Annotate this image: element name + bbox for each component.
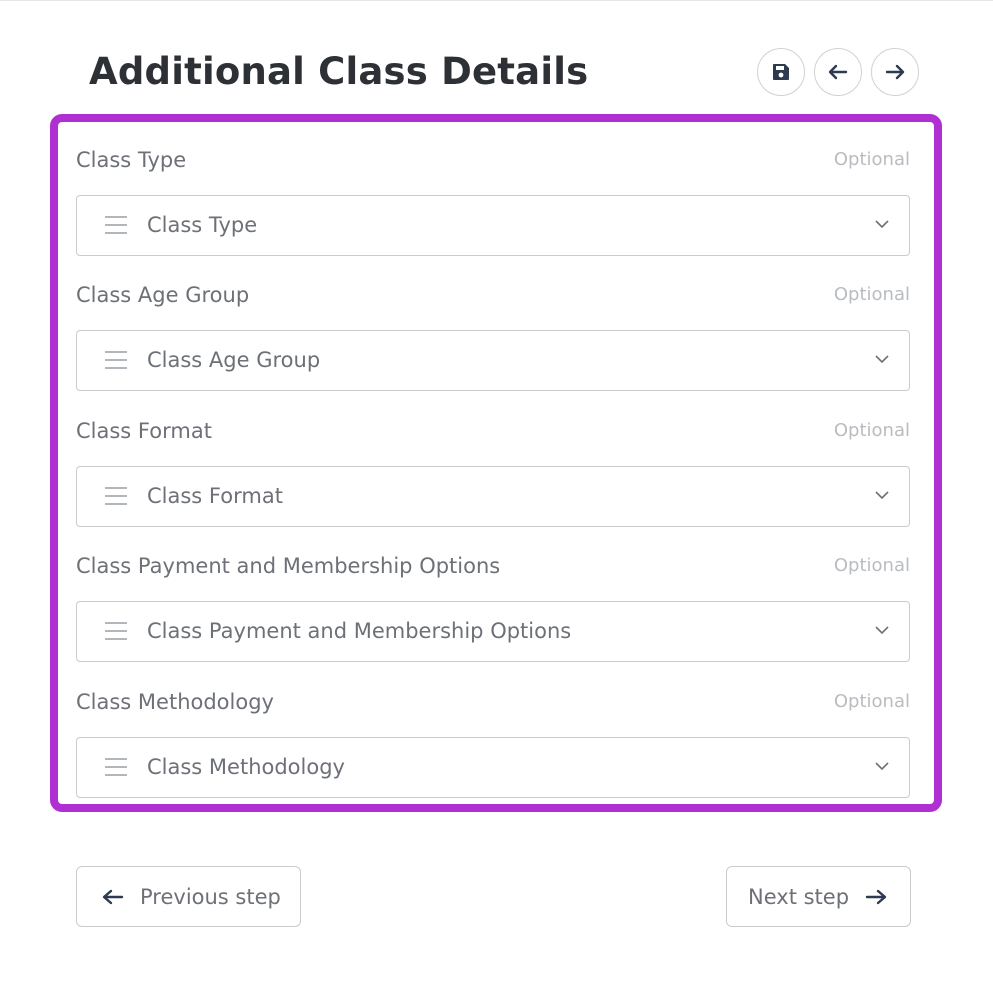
class-methodology-select[interactable]: Class Methodology	[76, 737, 910, 798]
top-divider	[0, 0, 993, 1]
arrow-right-icon	[865, 889, 887, 904]
previous-step-button[interactable]: Previous step	[76, 866, 301, 927]
arrow-right-icon	[885, 64, 905, 80]
optional-tag: Optional	[833, 691, 910, 712]
arrow-left-icon	[828, 64, 848, 80]
list-icon	[105, 622, 127, 640]
field-label: Class Methodology	[76, 690, 274, 714]
chevron-down-icon	[875, 355, 889, 364]
chevron-down-icon	[875, 220, 889, 229]
class-payment-membership-select[interactable]: Class Payment and Membership Options	[76, 601, 910, 662]
select-placeholder: Class Type	[147, 213, 258, 237]
optional-tag: Optional	[833, 555, 910, 576]
optional-tag: Optional	[833, 149, 910, 170]
floppy-disk-icon	[773, 64, 789, 80]
select-placeholder: Class Methodology	[147, 755, 345, 779]
chevron-down-icon	[875, 626, 889, 635]
optional-tag: Optional	[833, 284, 910, 305]
next-step-button[interactable]: Next step	[726, 866, 911, 927]
list-icon	[105, 487, 127, 505]
select-placeholder: Class Age Group	[147, 348, 321, 372]
list-icon	[105, 351, 127, 369]
chevron-down-icon	[875, 762, 889, 771]
select-placeholder: Class Payment and Membership Options	[147, 619, 572, 643]
back-button[interactable]	[814, 48, 862, 96]
class-type-select[interactable]: Class Type	[76, 195, 910, 256]
list-icon	[105, 216, 127, 234]
class-age-group-select[interactable]: Class Age Group	[76, 330, 910, 391]
field-label: Class Type	[76, 148, 187, 172]
class-details-form: Class Type Optional Class Type Class Age…	[50, 114, 942, 812]
previous-step-label: Previous step	[140, 884, 281, 909]
header-actions	[757, 48, 919, 96]
arrow-left-icon	[102, 889, 124, 904]
forward-button[interactable]	[871, 48, 919, 96]
next-step-label: Next step	[748, 884, 850, 909]
select-placeholder: Class Format	[147, 484, 283, 508]
save-button[interactable]	[757, 48, 805, 96]
field-label: Class Format	[76, 419, 212, 443]
field-label: Class Age Group	[76, 283, 250, 307]
list-icon	[105, 758, 127, 776]
chevron-down-icon	[875, 491, 889, 500]
field-label: Class Payment and Membership Options	[76, 554, 501, 578]
optional-tag: Optional	[833, 420, 910, 441]
page-title: Additional Class Details	[89, 50, 589, 93]
class-format-select[interactable]: Class Format	[76, 466, 910, 527]
